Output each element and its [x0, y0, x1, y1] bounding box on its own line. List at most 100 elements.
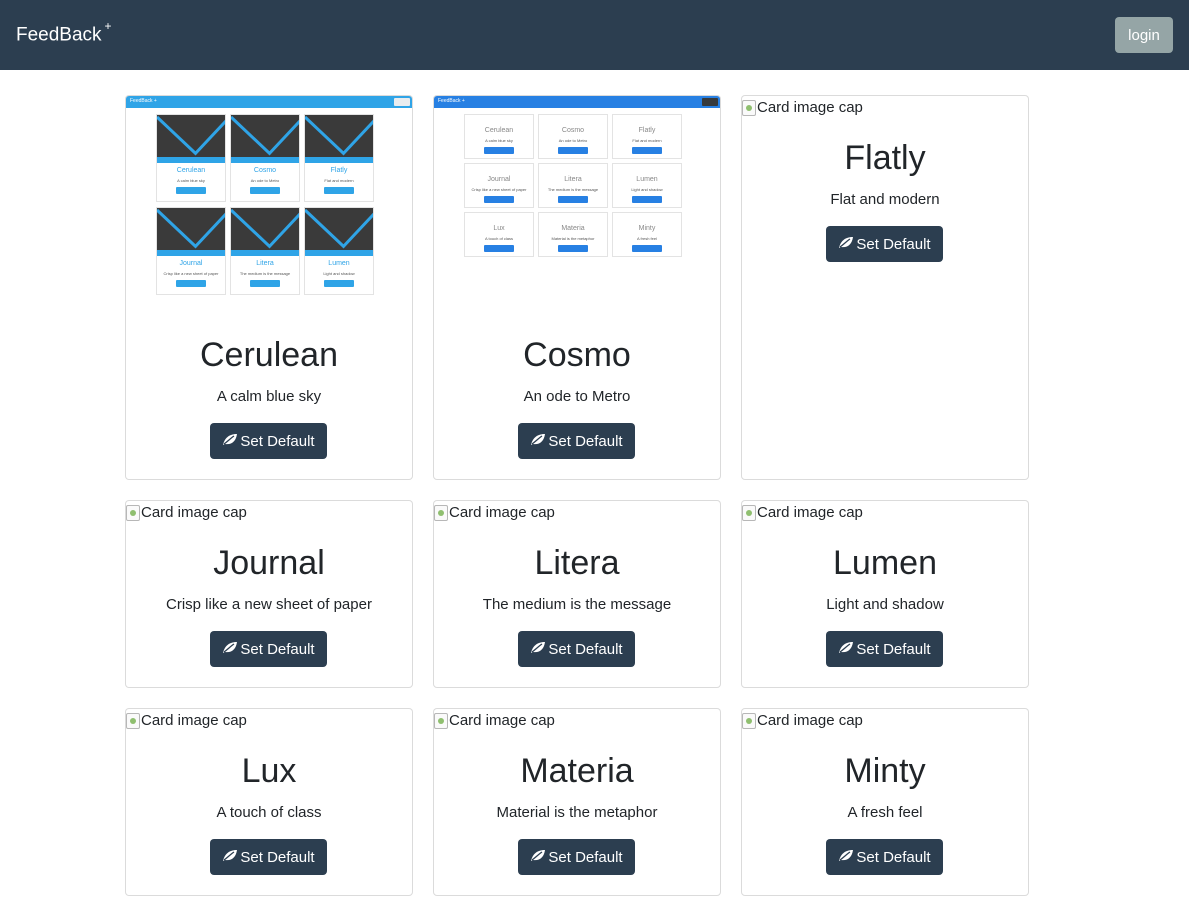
set-default-label: Set Default [856, 235, 931, 253]
thumb-navbar: FeedBack + [126, 96, 412, 108]
card-text: Flat and modern [830, 191, 940, 208]
set-default-button[interactable]: Set Default [826, 226, 943, 262]
card-text: The medium is the message [482, 596, 672, 613]
thumb-card-title: Litera [256, 260, 274, 267]
thumb-card-title: Journal [487, 176, 511, 183]
broken-image-icon [434, 712, 448, 729]
thumb-card: Lux A touch of class [464, 212, 534, 257]
broken-image-icon [126, 504, 140, 521]
card-title: Minty [844, 752, 926, 790]
brand-text[interactable]: FeedBack [16, 24, 102, 45]
image-alt-text: Card image cap [757, 504, 863, 521]
thumb-login [702, 98, 718, 106]
leaf-icon [530, 433, 546, 450]
thumb-card-button [324, 280, 354, 287]
card-title: Cerulean [200, 336, 338, 374]
leaf-icon [530, 849, 546, 866]
thumb-card-button [558, 196, 588, 203]
card-text: Material is the metaphor [496, 804, 658, 821]
card-text: A calm blue sky [216, 388, 322, 405]
thumb-card: Lumen Light and shadow [304, 207, 374, 295]
card-image-broken: Card image cap [742, 504, 863, 521]
thumb-card-title: Lumen [328, 260, 350, 267]
thumb-card: Lumen Light and shadow [612, 163, 682, 208]
thumb-card-text: Flat and modern [632, 138, 662, 143]
card-image-broken: Card image cap [742, 712, 863, 729]
thumb-card-title: Cerulean [176, 167, 206, 174]
card-title: Cosmo [523, 336, 631, 374]
set-default-label: Set Default [240, 432, 315, 450]
thumb-brand: FeedBack + [130, 98, 157, 104]
thumb-card-text: Light and shadow [323, 271, 355, 276]
thumb-card-text: A calm blue sky [485, 138, 513, 143]
image-alt-text: Card image cap [141, 712, 247, 729]
set-default-button[interactable]: Set Default [210, 839, 327, 875]
leaf-icon [838, 236, 854, 253]
thumb-card: Litera The medium is the message [230, 207, 300, 295]
thumb-card-image [231, 208, 299, 256]
card-image-broken: Card image cap [126, 712, 247, 729]
thumb-card-title: Flatly [330, 167, 348, 174]
theme-card-lumen: Card image cap Lumen Light and shadow Se… [741, 500, 1029, 688]
card-title: Materia [520, 752, 634, 790]
card-text: Crisp like a new sheet of paper [166, 596, 372, 613]
leaf-icon [838, 849, 854, 866]
thumb-card-button [250, 187, 280, 194]
image-alt-text: Card image cap [449, 712, 555, 729]
card-title: Litera [534, 544, 620, 582]
card-image-broken: Card image cap [742, 99, 863, 116]
card-image-cosmo: FeedBack + Cerulean A calm blue sky Cosmo A… [434, 96, 720, 316]
thumb-card: Litera The medium is the message [538, 163, 608, 208]
set-default-button[interactable]: Set Default [518, 423, 635, 459]
theme-card-cosmo: FeedBack + Cerulean A calm blue sky Cosmo A… [433, 95, 721, 480]
set-default-button[interactable]: Set Default [826, 839, 943, 875]
broken-image-icon [742, 504, 756, 521]
theme-card-flatly: Card image cap Flatly Flat and modern Se… [741, 95, 1029, 480]
thumb-card-button [558, 245, 588, 252]
thumb-card-button [632, 147, 662, 154]
thumb-card-button [176, 280, 206, 287]
theme-card-cerulean: FeedBack + Cerulean A calm blue sky Cosmo A… [125, 95, 413, 480]
image-alt-text: Card image cap [757, 712, 863, 729]
set-default-button[interactable]: Set Default [518, 631, 635, 667]
image-alt-text: Card image cap [757, 99, 863, 116]
set-default-button[interactable]: Set Default [210, 631, 327, 667]
thumb-card-title: Cerulean [484, 127, 514, 134]
thumb-card-image [157, 115, 225, 163]
login-button[interactable]: login [1115, 17, 1173, 53]
thumb-card-text: Flat and modern [324, 178, 354, 183]
leaf-icon [530, 641, 546, 658]
thumb-card: Cerulean A calm blue sky [464, 114, 534, 159]
card-image-broken: Card image cap [434, 712, 555, 729]
thumb-card: Journal Crisp like a new sheet of paper [464, 163, 534, 208]
thumb-card: Minty A fresh feel [612, 212, 682, 257]
leaf-icon [222, 849, 238, 866]
set-default-label: Set Default [548, 432, 623, 450]
brand[interactable]: FeedBack + [16, 19, 112, 46]
broken-image-icon [742, 99, 756, 116]
thumb-card-title: Lumen [636, 176, 658, 183]
thumb-card: Cerulean A calm blue sky [156, 114, 226, 202]
thumb-card-text: An ode to Metro [558, 138, 588, 143]
thumb-card-text: Light and shadow [631, 187, 663, 192]
thumb-card-text: Material is the metaphor [551, 236, 595, 241]
card-image-broken: Card image cap [126, 504, 247, 521]
set-default-button[interactable]: Set Default [518, 839, 635, 875]
card-text: A fresh feel [847, 804, 923, 821]
set-default-label: Set Default [548, 848, 623, 866]
set-default-button[interactable]: Set Default [826, 631, 943, 667]
thumb-card-text: The medium is the message [239, 271, 291, 276]
thumb-card-text: Crisp like a new sheet of paper [163, 271, 219, 276]
set-default-button[interactable]: Set Default [210, 423, 327, 459]
thumb-card: Cosmo An ode to Metro [230, 114, 300, 202]
card-text: Light and shadow [826, 596, 944, 613]
card-title: Lumen [833, 544, 937, 582]
set-default-label: Set Default [240, 848, 315, 866]
thumb-card-text: A fresh feel [636, 236, 657, 241]
card-title: Lux [241, 752, 297, 790]
leaf-icon [222, 641, 238, 658]
set-default-label: Set Default [548, 640, 623, 658]
thumb-card-image [305, 208, 373, 256]
thumb-card: Materia Material is the metaphor [538, 212, 608, 257]
theme-card-lux: Card image cap Lux A touch of class Set … [125, 708, 413, 896]
